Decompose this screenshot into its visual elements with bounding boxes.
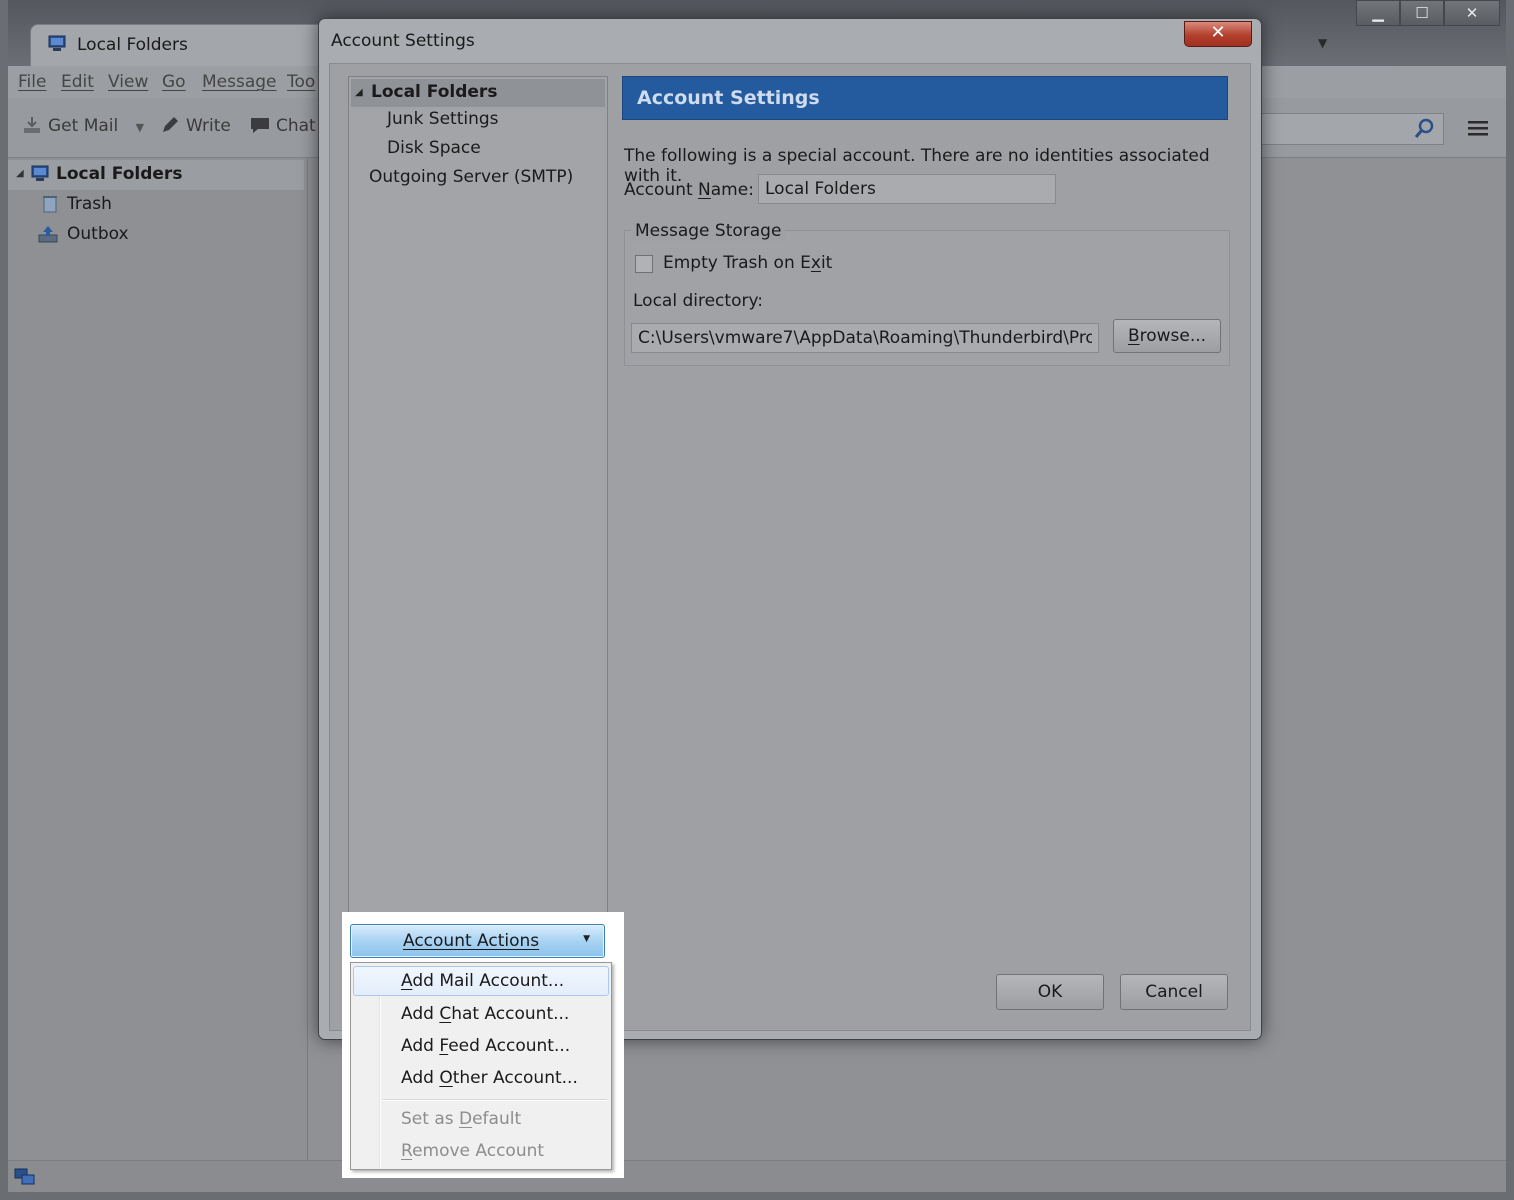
online-status-icon[interactable]: [14, 1167, 36, 1187]
trash-icon: [43, 196, 57, 213]
tree-item-outgoing-server[interactable]: Outgoing Server (SMTP): [369, 167, 573, 195]
empty-trash-checkbox[interactable]: [635, 255, 653, 273]
account-actions-menu: Add Mail Account... Add Chat Account... …: [350, 962, 612, 1170]
dialog-body: ◢ Local Folders Junk Settings Disk Space…: [329, 63, 1251, 1031]
menu-item-add-chat-account[interactable]: Add Chat Account...: [353, 999, 609, 1029]
menu-item-label: Add Feed Account...: [401, 1036, 571, 1056]
account-settings-dialog: Account Settings ✕ ◢ Local Folders Junk …: [318, 18, 1262, 1040]
tree-item-disk-space[interactable]: Disk Space: [387, 138, 481, 166]
minimize-button[interactable]: ▁: [1356, 0, 1400, 26]
folder-outbox[interactable]: Outbox: [8, 220, 304, 250]
get-mail-label: Get Mail: [48, 116, 119, 136]
search-input[interactable]: [1250, 113, 1444, 145]
ok-button[interactable]: OK: [996, 974, 1104, 1010]
local-directory-input[interactable]: [631, 323, 1099, 353]
menu-tools[interactable]: Too: [287, 72, 315, 92]
dropdown-arrow-icon: ▼: [583, 934, 590, 944]
account-actions-label: Account Actions: [403, 931, 540, 951]
message-storage-group: Message Storage Empty Trash on Exit Loca…: [624, 221, 1230, 366]
folder-local-folders[interactable]: ◢ Local Folders: [8, 160, 304, 190]
folder-label: Local Folders: [56, 164, 183, 184]
close-button[interactable]: ✕: [1444, 0, 1500, 26]
dialog-title: Account Settings: [331, 31, 475, 51]
panel-header: Account Settings: [622, 76, 1228, 120]
collapse-twisty-icon[interactable]: ◢: [355, 87, 363, 98]
menu-item-add-mail-account[interactable]: Add Mail Account...: [353, 966, 609, 996]
menu-view[interactable]: View: [108, 72, 148, 92]
menu-item-add-other-account[interactable]: Add Other Account...: [353, 1063, 609, 1093]
cancel-button[interactable]: Cancel: [1120, 974, 1228, 1010]
folder-label: Trash: [67, 194, 112, 214]
folder-label: Outbox: [67, 224, 129, 244]
tree-item-local-folders[interactable]: ◢ Local Folders: [351, 79, 605, 107]
settings-panel: Account Settings The following is a spec…: [622, 76, 1232, 976]
menu-item-remove-account: Remove Account: [353, 1136, 609, 1166]
message-storage-legend: Message Storage: [631, 221, 786, 241]
download-icon: [24, 117, 40, 133]
menu-item-set-as-default: Set as Default: [353, 1104, 609, 1134]
pencil-icon: [163, 117, 178, 132]
get-mail-button[interactable]: Get Mail ▼: [22, 116, 144, 136]
dialog-titlebar: Account Settings ✕: [319, 19, 1261, 63]
tab-label: Local Folders: [77, 35, 188, 55]
tabs-dropdown-icon[interactable]: ▼: [1318, 36, 1327, 50]
panel-header-title: Account Settings: [637, 87, 820, 109]
menu-go[interactable]: Go: [162, 72, 186, 92]
write-button[interactable]: Write: [160, 116, 231, 136]
menu-item-add-feed-account[interactable]: Add Feed Account...: [353, 1031, 609, 1061]
tree-item-label: Local Folders: [371, 82, 498, 102]
local-directory-label: Local directory:: [633, 291, 764, 311]
browse-button[interactable]: Browse...: [1113, 319, 1221, 353]
account-tree: ◢ Local Folders Junk Settings Disk Space…: [348, 76, 608, 918]
tree-item-junk-settings[interactable]: Junk Settings: [387, 109, 499, 137]
menu-item-label: Remove Account: [401, 1141, 545, 1161]
outbox-icon: [38, 226, 58, 243]
dialog-close-button[interactable]: ✕: [1184, 21, 1252, 47]
chat-label: Chat: [276, 116, 316, 136]
maximize-button[interactable]: ☐: [1400, 0, 1444, 26]
chat-bubble-icon: [251, 118, 269, 133]
write-label: Write: [186, 116, 231, 136]
hamburger-menu-icon[interactable]: [1466, 118, 1490, 138]
chat-button[interactable]: Chat: [250, 116, 316, 136]
folder-trash[interactable]: Trash: [8, 190, 304, 220]
account-actions-button[interactable]: Account Actions ▼: [350, 924, 605, 958]
menu-item-label: Add Mail Account...: [401, 971, 565, 991]
search-icon[interactable]: [1413, 118, 1435, 140]
folder-pane: ◢ Local Folders Trash Outbox: [8, 158, 308, 1160]
status-bar: [8, 1160, 1506, 1192]
expand-twisty-icon[interactable]: ◢: [16, 168, 24, 179]
menu-item-label: Set as Default: [401, 1109, 522, 1129]
get-mail-dropdown-icon[interactable]: ▼: [136, 121, 144, 134]
empty-trash-label[interactable]: Empty Trash on Exit: [663, 253, 832, 273]
menu-item-label: Add Chat Account...: [401, 1004, 570, 1024]
window-controls: ▁ ☐ ✕: [1356, 0, 1506, 28]
local-folders-icon: [48, 35, 66, 51]
account-name-label: Account Name:: [624, 180, 754, 200]
tab-local-folders[interactable]: Local Folders: [30, 24, 330, 68]
local-folders-icon: [31, 165, 49, 181]
menu-item-label: Add Other Account...: [401, 1068, 578, 1088]
menu-edit[interactable]: Edit: [61, 72, 94, 92]
menu-message[interactable]: Message: [202, 72, 277, 92]
menu-separator: [383, 1099, 607, 1101]
account-name-input[interactable]: [758, 174, 1056, 204]
menu-file[interactable]: File: [18, 72, 46, 92]
